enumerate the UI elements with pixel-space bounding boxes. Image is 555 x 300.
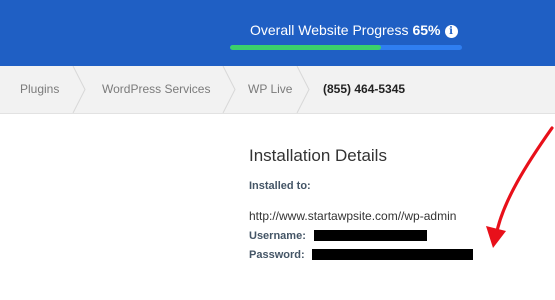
breadcrumb-separator — [296, 66, 310, 113]
username-label: Username: — [249, 230, 306, 242]
username-redaction — [314, 230, 427, 241]
breadcrumb-item-wp-live[interactable]: WP Live — [248, 66, 292, 113]
progress-bar-fill — [230, 45, 381, 50]
breadcrumb-item-plugins[interactable]: Plugins — [20, 66, 59, 113]
support-phone-number[interactable]: (855) 464-5345 — [323, 66, 405, 113]
red-annotation-arrow — [486, 126, 554, 248]
progress-bar — [230, 45, 462, 50]
breadcrumb: Plugins WordPress Services WP Live (855)… — [0, 66, 555, 114]
installation-details-title: Installation Details — [249, 146, 387, 165]
breadcrumb-separator — [222, 66, 236, 113]
breadcrumb-separator — [72, 66, 86, 113]
progress-title: Overall Website Progress 65% i — [250, 22, 458, 38]
installed-to-label: Installed to: — [249, 180, 311, 192]
password-redaction — [312, 249, 473, 260]
progress-percent: 65% — [412, 22, 441, 38]
progress-label: Overall Website Progress — [250, 22, 409, 38]
password-label: Password: — [249, 249, 305, 261]
breadcrumb-item-wordpress-services[interactable]: WordPress Services — [102, 66, 210, 113]
progress-header: Overall Website Progress 65% i — [0, 0, 555, 66]
admin-url[interactable]: http://www.startawpsite.com//wp-admin — [249, 209, 456, 223]
info-icon[interactable]: i — [444, 25, 458, 38]
